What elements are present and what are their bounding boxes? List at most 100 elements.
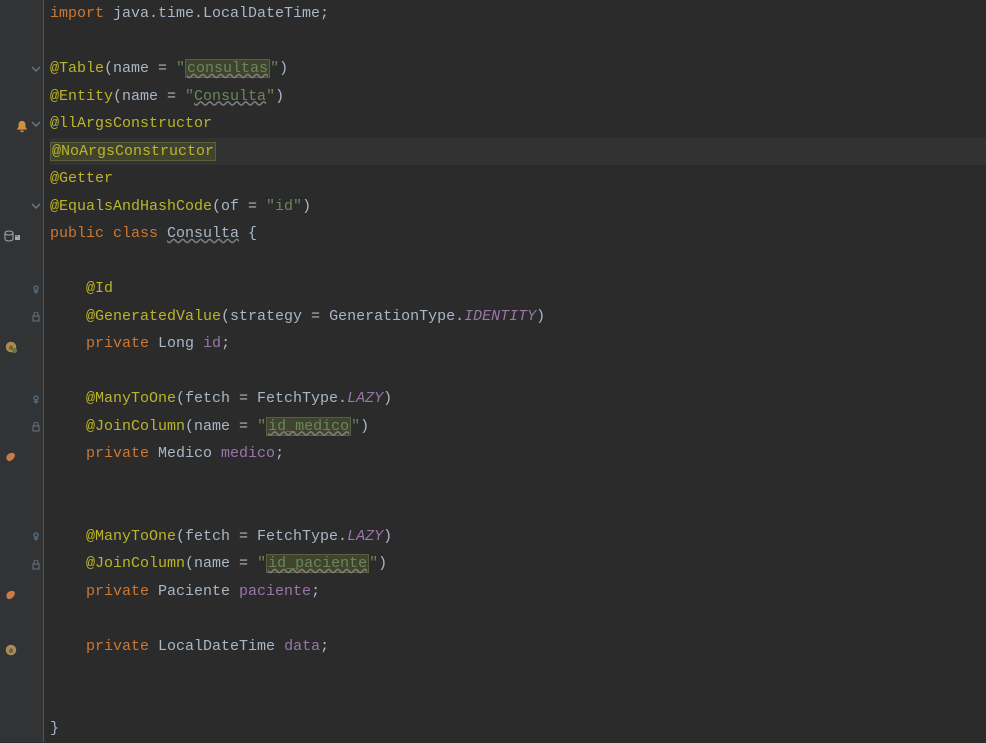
- string-highlighted: consultas: [185, 59, 270, 78]
- code-line[interactable]: [50, 495, 986, 523]
- type: Medico: [149, 445, 221, 462]
- string: ": [257, 418, 266, 435]
- code-text: ): [378, 555, 387, 572]
- constant: IDENTITY: [464, 308, 536, 325]
- code-line[interactable]: private Medico medico;: [50, 440, 986, 468]
- code-line[interactable]: @JoinColumn(name = "id_medico"): [50, 413, 986, 441]
- constant: LAZY: [347, 390, 383, 407]
- string: ": [369, 555, 378, 572]
- annotation-highlighted: @NoArgsConstructor: [50, 142, 216, 161]
- code-text: ): [383, 390, 392, 407]
- field: medico: [221, 445, 275, 462]
- fold-collapse-icon[interactable]: [0, 192, 44, 220]
- code-text: (name =: [185, 418, 257, 435]
- code-line[interactable]: @EqualsAndHashCode(of = "id"): [50, 193, 986, 221]
- string: ": [257, 555, 266, 572]
- hint-icon[interactable]: a: [0, 636, 44, 664]
- code-line[interactable]: [50, 660, 986, 688]
- code-line[interactable]: @Getter: [50, 165, 986, 193]
- annotation: @JoinColumn: [86, 555, 185, 572]
- code-line[interactable]: @ManyToOne(fetch = FetchType.LAZY): [50, 385, 986, 413]
- code-line[interactable]: }: [50, 715, 986, 743]
- code-line[interactable]: private Long id;: [50, 330, 986, 358]
- hint-icon[interactable]: a: [0, 333, 44, 361]
- code-text: ): [383, 528, 392, 545]
- code-text: ;: [311, 583, 320, 600]
- annotation: @Entity: [50, 88, 113, 105]
- annotation: @Table: [50, 60, 104, 77]
- string: ": [266, 88, 275, 105]
- code-line[interactable]: @Entity(name = "Consulta"): [50, 83, 986, 111]
- keyword: private: [86, 335, 149, 352]
- code-editor[interactable]: import java.time.LocalDateTime; @Table(n…: [44, 0, 986, 742]
- database-icon[interactable]: [0, 223, 44, 251]
- code-line[interactable]: @GeneratedValue(strategy = GenerationTyp…: [50, 303, 986, 331]
- code-text: ): [536, 308, 545, 325]
- code-text: java.time.LocalDateTime;: [104, 5, 329, 22]
- code-text: ): [360, 418, 369, 435]
- type: LocalDateTime: [149, 638, 284, 655]
- lock-icon[interactable]: [0, 551, 44, 579]
- bean-icon[interactable]: [0, 443, 44, 471]
- string: ": [351, 418, 360, 435]
- annotation: @: [50, 115, 59, 132]
- editor-gutter: a a: [0, 0, 44, 742]
- code-line[interactable]: @ManyToOne(fetch = FetchType.LAZY): [50, 523, 986, 551]
- override-down-icon[interactable]: [0, 276, 44, 304]
- override-down-icon[interactable]: [0, 523, 44, 551]
- override-down-icon[interactable]: [0, 386, 44, 414]
- code-text: }: [50, 720, 59, 737]
- code-line[interactable]: [50, 28, 986, 56]
- code-text: ;: [320, 638, 329, 655]
- lock-icon[interactable]: [0, 413, 44, 441]
- code-text: (name =: [104, 60, 176, 77]
- string: ": [176, 60, 185, 77]
- code-line[interactable]: private Paciente paciente;: [50, 578, 986, 606]
- code-line[interactable]: import java.time.LocalDateTime;: [50, 0, 986, 28]
- code-line[interactable]: private LocalDateTime data;: [50, 633, 986, 661]
- code-text: (of =: [212, 198, 266, 215]
- annotation: @ManyToOne: [86, 528, 176, 545]
- annotation: @JoinColumn: [86, 418, 185, 435]
- code-text: ): [279, 60, 288, 77]
- code-line[interactable]: @Table(name = "consultas"): [50, 55, 986, 83]
- code-line-current[interactable]: @NoArgsConstructor: [50, 138, 986, 166]
- code-text: (fetch = FetchType.: [176, 528, 347, 545]
- fold-collapse-icon[interactable]: [0, 55, 44, 83]
- lock-icon[interactable]: [0, 303, 44, 331]
- string: ": [185, 88, 194, 105]
- code-line[interactable]: [50, 468, 986, 496]
- code-line[interactable]: @Id: [50, 275, 986, 303]
- code-line[interactable]: [50, 248, 986, 276]
- keyword: private: [86, 445, 149, 462]
- code-text: ;: [275, 445, 284, 462]
- code-text: (strategy = GenerationType.: [221, 308, 464, 325]
- code-line[interactable]: [50, 688, 986, 716]
- keyword: private: [86, 583, 149, 600]
- field: id: [203, 335, 221, 352]
- string: Consulta: [194, 88, 266, 105]
- keyword: import: [50, 5, 104, 22]
- string-highlighted: id_medico: [266, 417, 351, 436]
- type: Paciente: [149, 583, 239, 600]
- field: paciente: [239, 583, 311, 600]
- bean-icon[interactable]: [0, 581, 44, 609]
- annotation: llArgsConstructor: [59, 115, 212, 132]
- code-text: ): [302, 198, 311, 215]
- constant: LAZY: [347, 528, 383, 545]
- string-highlighted: id_paciente: [266, 554, 369, 573]
- annotation: @Getter: [50, 170, 113, 187]
- code-line[interactable]: [50, 358, 986, 386]
- code-line[interactable]: @JoinColumn(name = "id_paciente"): [50, 550, 986, 578]
- annotation: @EqualsAndHashCode: [50, 198, 212, 215]
- code-line[interactable]: @llArgsConstructor: [50, 110, 986, 138]
- keyword: class: [104, 225, 167, 242]
- code-text: (name =: [185, 555, 257, 572]
- code-text: ;: [221, 335, 230, 352]
- code-line[interactable]: [50, 605, 986, 633]
- annotation: @ManyToOne: [86, 390, 176, 407]
- bell-icon[interactable]: [0, 113, 44, 141]
- code-line[interactable]: public class Consulta {: [50, 220, 986, 248]
- code-text: (name =: [113, 88, 185, 105]
- annotation: @Id: [86, 280, 113, 297]
